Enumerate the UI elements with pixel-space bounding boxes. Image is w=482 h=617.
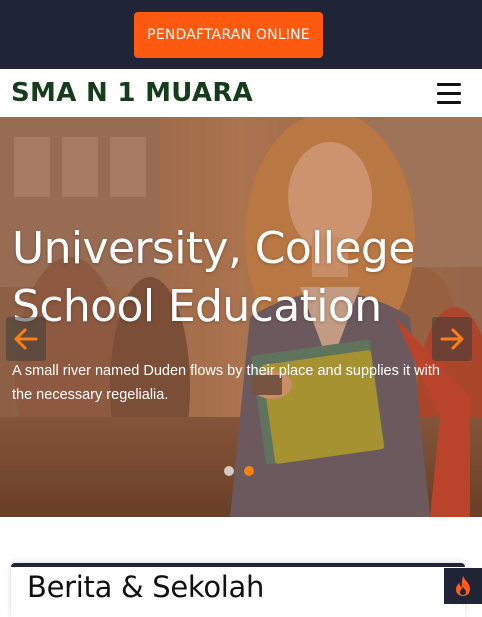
arrow-left-icon [14, 328, 38, 350]
site-brand[interactable]: SMA N 1 MUARA [11, 75, 253, 111]
news-section-card: Berita & Sekolah [11, 563, 465, 617]
news-section-heading: Berita & Sekolah [27, 570, 265, 604]
hamburger-icon[interactable] [434, 80, 464, 106]
top-bar: PENDAFTARAN ONLINE [0, 0, 482, 69]
hero-title-line-1: University, College [12, 223, 415, 274]
carousel-dot-1[interactable] [224, 466, 234, 476]
hero-title: University, College School Education [12, 220, 472, 336]
arrow-right-icon [440, 328, 464, 350]
online-registration-button[interactable]: PENDAFTARAN ONLINE [134, 12, 323, 58]
hero-title-line-2: School Education [12, 281, 382, 332]
hero-subtitle: A small river named Duden flows by their… [12, 363, 440, 403]
carousel-dot-2-active[interactable] [244, 466, 254, 476]
floating-action-button[interactable] [444, 568, 482, 604]
carousel-next-button[interactable] [432, 317, 472, 361]
fire-icon [456, 576, 470, 596]
navbar: SMA N 1 MUARA [0, 69, 482, 117]
carousel-prev-button[interactable] [6, 317, 46, 361]
hero-carousel: University, College School Education A s… [0, 117, 482, 517]
